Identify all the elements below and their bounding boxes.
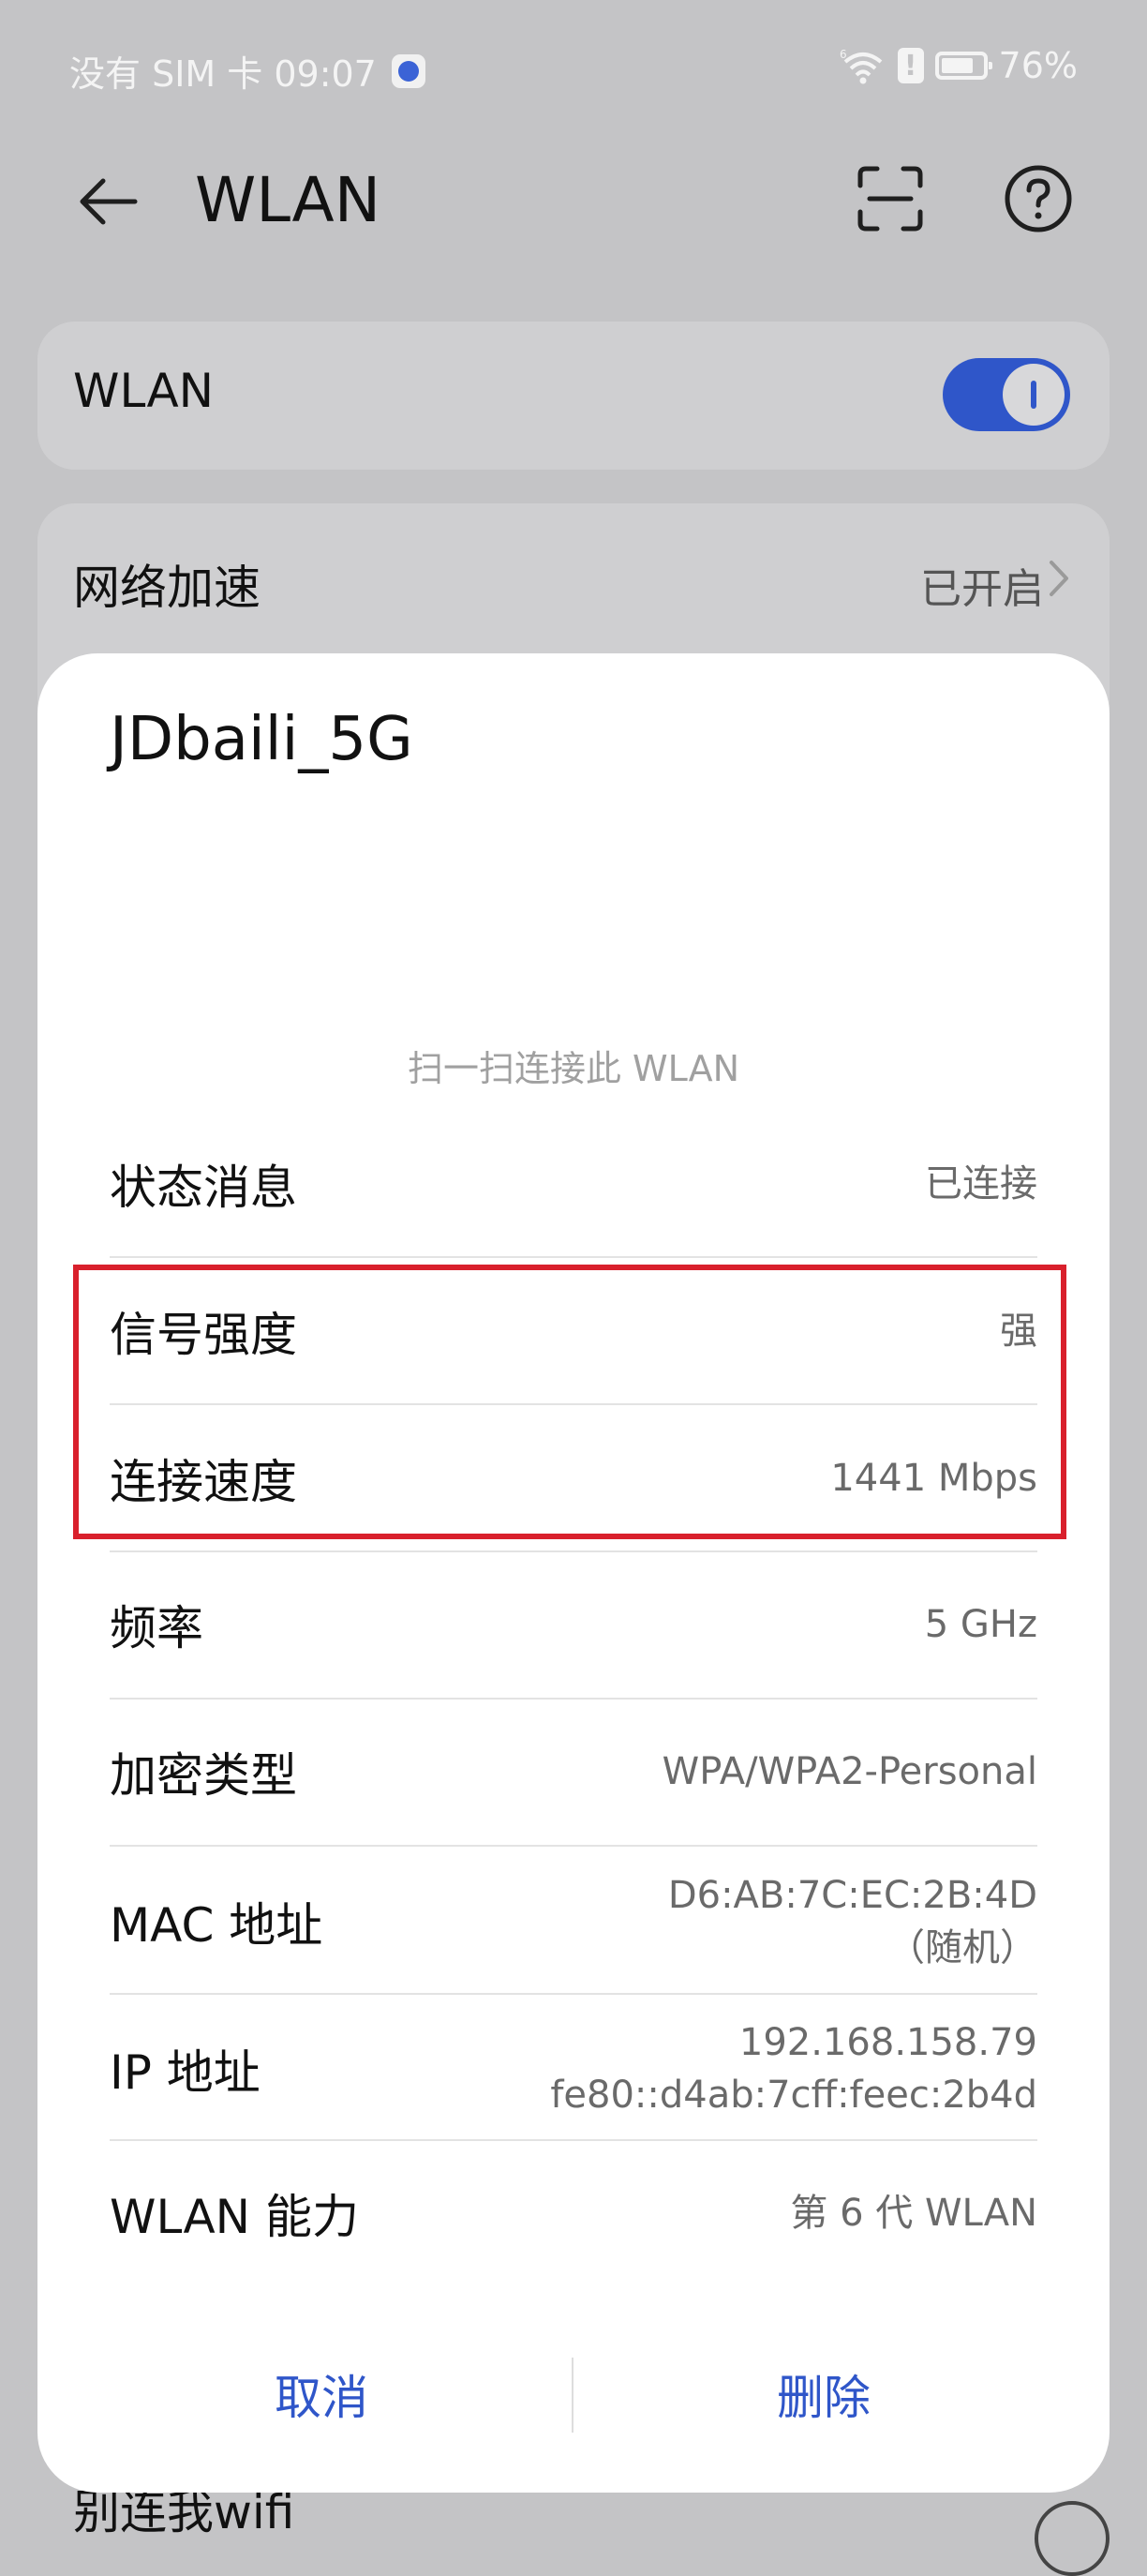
row-frequency: 频率 5 GHz — [110, 1596, 1037, 1655]
help-icon — [1005, 165, 1072, 232]
status-carrier-time: 没有 SIM 卡 09:07 — [69, 53, 377, 95]
battery-percent: 76% — [998, 45, 1078, 86]
row-capability-value: 第 6 代 WLAN — [790, 2192, 1037, 2235]
divider — [110, 2139, 1037, 2141]
help-button[interactable] — [995, 156, 1081, 242]
network-accel-value: 已开启 — [920, 565, 1044, 613]
alert-icon: ! — [897, 48, 924, 83]
row-mac-value: D6:AB:7C:EC:2B:4D （随机） — [668, 1869, 1037, 1974]
divider — [110, 1698, 1037, 1700]
divider — [110, 1845, 1037, 1847]
row-frequency-label: 频率 — [110, 1601, 203, 1655]
divider — [110, 1550, 1037, 1552]
row-capability-label: WLAN 能力 — [110, 2190, 359, 2244]
row-ip-label: IP 地址 — [110, 2045, 261, 2100]
toggle-knob — [1003, 364, 1065, 426]
status-bar-left: 没有 SIM 卡 09:07 — [69, 45, 425, 97]
row-ip-v6: fe80::d4ab:7cff:feec:2b4d — [550, 2074, 1037, 2117]
button-divider — [572, 2358, 574, 2433]
row-mac: MAC 地址 D6:AB:7C:EC:2B:4D （随机） — [110, 1866, 1037, 1977]
row-ip: IP 地址 192.168.158.79 fe80::d4ab:7cff:fee… — [110, 2014, 1037, 2124]
highlight-box — [73, 1265, 1066, 1539]
chevron-right-icon — [1050, 561, 1068, 596]
arrow-left-icon — [80, 178, 138, 225]
row-mac-label: MAC 地址 — [110, 1898, 323, 1953]
row-ip-v4: 192.168.158.79 — [738, 2021, 1037, 2064]
row-mac-address: D6:AB:7C:EC:2B:4D — [667, 1874, 1037, 1917]
network-accel-label[interactable]: 网络加速 — [73, 550, 261, 618]
scan-button[interactable] — [847, 156, 933, 242]
row-mac-note: （随机） — [887, 1926, 1037, 1969]
wlan-toggle[interactable] — [943, 358, 1070, 431]
wifi-icon: 6 — [840, 48, 882, 84]
network-ssid: JDbaili_5G — [110, 705, 413, 774]
row-ip-value: 192.168.158.79 fe80::d4ab:7cff:feec:2b4d — [550, 2016, 1037, 2121]
row-encryption: 加密类型 WPA/WPA2-Personal — [110, 1744, 1037, 1803]
scan-to-connect-hint: 扫一扫连接此 WLAN — [407, 1048, 740, 1089]
row-status: 状态消息 已连接 — [110, 1156, 1037, 1215]
row-capability: WLAN 能力 第 6 代 WLAN — [110, 2185, 1037, 2244]
divider — [110, 1256, 1037, 1258]
row-encryption-label: 加密类型 — [110, 1748, 297, 1803]
row-frequency-value: 5 GHz — [924, 1603, 1037, 1646]
network-info-icon[interactable] — [1035, 2501, 1110, 2576]
delete-button[interactable]: 删除 — [589, 2347, 1058, 2441]
app-notification-icon — [391, 53, 425, 88]
page-title: WLAN — [195, 164, 381, 236]
row-status-label: 状态消息 — [110, 1161, 297, 1215]
cancel-button[interactable]: 取消 — [87, 2347, 556, 2441]
battery-icon — [934, 52, 992, 80]
wifi-generation-label: 6 — [840, 48, 847, 61]
scan-icon — [857, 166, 923, 232]
divider — [110, 1993, 1037, 1995]
status-bar-right: 6 ! 76% — [840, 45, 1078, 86]
wlan-label: WLAN — [73, 364, 215, 418]
row-status-value: 已连接 — [925, 1162, 1037, 1206]
back-button[interactable] — [66, 159, 150, 244]
row-encryption-value: WPA/WPA2-Personal — [662, 1750, 1037, 1793]
